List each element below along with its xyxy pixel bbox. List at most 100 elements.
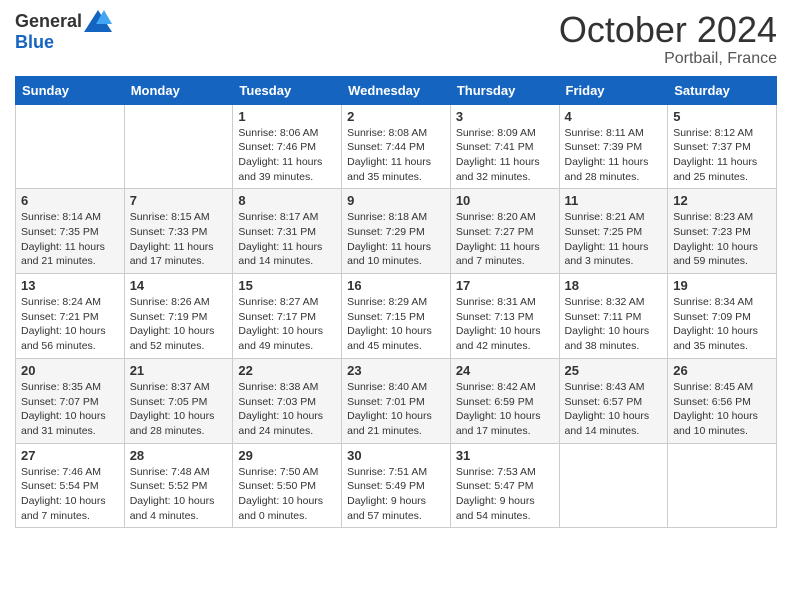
- day-info-line: Daylight: 10 hours and 31 minutes.: [21, 410, 106, 437]
- calendar-cell: 6 Sunrise: 8:14 AM Sunset: 7:35 PM Daylight…: [16, 189, 125, 274]
- calendar-cell: 11Sunrise: 8:21 AMSunset: 7:25 PMDayligh…: [559, 189, 668, 274]
- day-number: 16: [347, 278, 445, 293]
- day-info-line: Sunrise: 8:29 AM: [347, 296, 427, 308]
- logo-blue-text: Blue: [15, 32, 54, 53]
- day-info-line: Sunrise: 7:46 AM: [21, 466, 101, 478]
- day-info-line: Sunrise: 8:35 AM: [21, 381, 101, 393]
- day-info-line: Sunrise: 8:06 AM: [238, 127, 318, 139]
- day-info: Sunrise: 8:08 AMSunset: 7:44 PMDaylight:…: [347, 126, 445, 185]
- day-info-line: Sunrise: 7:48 AM: [130, 466, 210, 478]
- day-number: 6: [21, 193, 119, 208]
- day-number: 23: [347, 363, 445, 378]
- day-info: Sunrise: 7:46 AM Sunset: 5:54 PM Daylight:…: [21, 465, 119, 524]
- calendar-cell: 13Sunrise: 8:24 AMSunset: 7:21 PMDayligh…: [16, 274, 125, 359]
- day-info-line: Daylight: 10 hours and 21 minutes.: [347, 410, 432, 437]
- calendar-cell: 16 Sunrise: 8:29 AM Sunset: 7:15 PM Dayligh…: [342, 274, 451, 359]
- day-info-line: Sunset: 7:46 PM: [238, 141, 316, 153]
- day-info: Sunrise: 8:34 AMSunset: 7:09 PMDaylight:…: [673, 295, 771, 354]
- day-info-line: Sunrise: 7:51 AM: [347, 466, 427, 478]
- day-info-line: Daylight: 10 hours and 38 minutes.: [565, 325, 650, 352]
- calendar-cell: 7Sunrise: 8:15 AMSunset: 7:33 PMDaylight…: [124, 189, 233, 274]
- weekday-header-wednesday: Wednesday: [342, 76, 451, 104]
- day-info-line: Sunrise: 8:23 AM: [673, 211, 753, 223]
- day-info-line: Daylight: 10 hours and 17 minutes.: [456, 410, 541, 437]
- day-number: 21: [130, 363, 228, 378]
- calendar-week-row: 27Sunrise: 7:46 AMSunset: 5:54 PMDayligh…: [16, 443, 777, 528]
- weekday-header-row: SundayMondayTuesdayWednesdayThursdayFrid…: [16, 76, 777, 104]
- calendar-cell: 23Sunrise: 8:40 AMSunset: 7:01 PMDayligh…: [342, 358, 451, 443]
- day-info-line: Sunset: 7:35 PM: [21, 226, 99, 238]
- day-info-line: Sunrise: 8:20 AM: [456, 211, 536, 223]
- day-number: 11: [565, 193, 663, 208]
- calendar-cell: 8Sunrise: 8:17 AMSunset: 7:31 PMDaylight…: [233, 189, 342, 274]
- day-info-line: Daylight: 10 hours and 10 minutes.: [673, 410, 758, 437]
- day-info-line: Daylight: 10 hours and 28 minutes.: [130, 410, 215, 437]
- calendar-cell: [16, 104, 125, 189]
- day-number: 15: [238, 278, 336, 293]
- weekday-header-thursday: Thursday: [450, 76, 559, 104]
- day-info-line: Sunrise: 8:14 AM: [21, 211, 101, 223]
- day-number: 22: [238, 363, 336, 378]
- day-number: 13: [21, 278, 119, 293]
- day-info-line: Sunrise: 8:45 AM: [673, 381, 753, 393]
- logo-text: General: [15, 10, 112, 32]
- day-info: Sunrise: 7:53 AMSunset: 5:47 PMDaylight:…: [456, 465, 554, 524]
- day-info-line: Sunrise: 8:43 AM: [565, 381, 645, 393]
- day-info-line: Sunset: 6:56 PM: [673, 396, 751, 408]
- day-info-line: Daylight: 11 hours and 10 minutes.: [347, 241, 431, 268]
- day-info: Sunrise: 8:26 AMSunset: 7:19 PMDaylight:…: [130, 295, 228, 354]
- day-info-line: Daylight: 10 hours and 49 minutes.: [238, 325, 323, 352]
- day-info-line: Sunset: 5:54 PM: [21, 480, 99, 492]
- day-number: 9: [347, 193, 445, 208]
- day-info-line: Sunrise: 8:31 AM: [456, 296, 536, 308]
- day-number: 18: [565, 278, 663, 293]
- day-info: Sunrise: 8:31 AM Sunset: 7:13 PM Daylight:…: [456, 295, 554, 354]
- day-info-line: Sunrise: 8:34 AM: [673, 296, 753, 308]
- day-info-line: Sunset: 5:49 PM: [347, 480, 425, 492]
- header: General Blue October 2024 Portbail, Fran…: [15, 10, 777, 68]
- calendar-cell: 17Sunrise: 8:31 AMSunset: 7:13 PMDayligh…: [450, 274, 559, 359]
- calendar-cell: 22Sunrise: 8:38 AMSunset: 7:03 PMDayligh…: [233, 358, 342, 443]
- day-info-line: Sunset: 7:21 PM: [21, 311, 99, 323]
- day-info-line: Sunset: 7:44 PM: [347, 141, 425, 153]
- calendar-cell: 24Sunrise: 8:42 AMSunset: 6:59 PMDayligh…: [450, 358, 559, 443]
- calendar-cell: [668, 443, 777, 528]
- day-info-line: Sunrise: 8:26 AM: [130, 296, 210, 308]
- day-info-line: Sunset: 7:11 PM: [565, 311, 642, 323]
- calendar-cell: 30Sunrise: 7:51 AMSunset: 5:49 PMDayligh…: [342, 443, 451, 528]
- calendar-cell: 29Sunrise: 7:50 AMSunset: 5:50 PMDayligh…: [233, 443, 342, 528]
- calendar-cell: 14Sunrise: 8:26 AMSunset: 7:19 PMDayligh…: [124, 274, 233, 359]
- day-info-line: Daylight: 11 hours and 3 minutes.: [565, 241, 649, 268]
- day-info-line: Sunrise: 8:12 AM: [673, 127, 753, 139]
- day-info-line: Sunrise: 8:11 AM: [565, 127, 644, 139]
- day-info-line: Daylight: 10 hours and 56 minutes.: [21, 325, 106, 352]
- day-number: 28: [130, 448, 228, 463]
- day-info-line: Daylight: 11 hours and 21 minutes.: [21, 241, 105, 268]
- calendar-cell: 31Sunrise: 7:53 AMSunset: 5:47 PMDayligh…: [450, 443, 559, 528]
- day-info-line: Sunset: 7:03 PM: [238, 396, 316, 408]
- day-info-line: Sunset: 7:15 PM: [347, 311, 425, 323]
- day-info-line: Sunset: 7:31 PM: [238, 226, 316, 238]
- day-info-line: Sunset: 7:17 PM: [238, 311, 316, 323]
- day-info-line: Daylight: 11 hours and 28 minutes.: [565, 156, 649, 183]
- calendar-cell: 5Sunrise: 8:12 AMSunset: 7:37 PMDaylight…: [668, 104, 777, 189]
- weekday-header-monday: Monday: [124, 76, 233, 104]
- day-info: Sunrise: 8:45 AM Sunset: 6:56 PM Daylight:…: [673, 380, 771, 439]
- day-info-line: Sunset: 7:23 PM: [673, 226, 751, 238]
- day-info-line: Daylight: 10 hours and 7 minutes.: [21, 495, 106, 522]
- day-info: Sunrise: 8:29 AM Sunset: 7:15 PM Daylight:…: [347, 295, 445, 354]
- calendar-cell: 10Sunrise: 8:20 AMSunset: 7:27 PMDayligh…: [450, 189, 559, 274]
- day-info-line: Sunset: 7:13 PM: [456, 311, 534, 323]
- day-info-line: Daylight: 10 hours and 45 minutes.: [347, 325, 432, 352]
- day-info-line: Sunrise: 8:27 AM: [238, 296, 318, 308]
- day-info: Sunrise: 8:17 AMSunset: 7:31 PMDaylight:…: [238, 210, 336, 269]
- day-info-line: Daylight: 10 hours and 42 minutes.: [456, 325, 541, 352]
- day-info-line: Sunrise: 8:15 AM: [130, 211, 210, 223]
- calendar-cell: 15 Sunrise: 8:27 AM Sunset: 7:17 PM Dayligh…: [233, 274, 342, 359]
- day-info-line: Sunset: 7:07 PM: [21, 396, 99, 408]
- calendar-cell: 3Sunrise: 8:09 AMSunset: 7:41 PMDaylight…: [450, 104, 559, 189]
- day-info-line: Sunrise: 8:42 AM: [456, 381, 536, 393]
- day-info: Sunrise: 8:14 AM Sunset: 7:35 PM Daylight:…: [21, 210, 119, 269]
- month-title: October 2024: [559, 10, 777, 50]
- day-info-line: Sunrise: 8:38 AM: [238, 381, 318, 393]
